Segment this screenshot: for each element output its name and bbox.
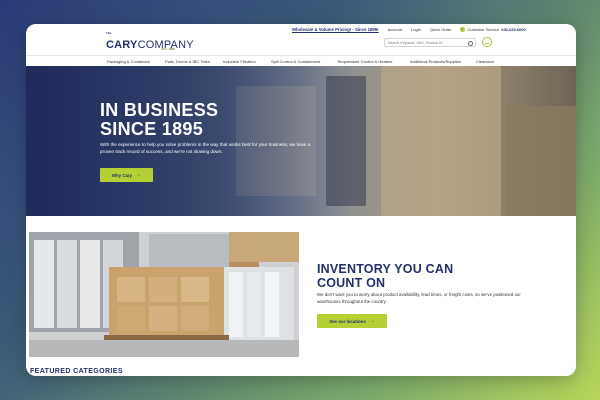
hero-banner: IN BUSINESS SINCE 1895 With the experien… — [26, 66, 576, 216]
promo-link[interactable]: Wholesale & Volume Pricing! - Since 1895… — [292, 27, 379, 32]
logo-tagline: Est. 1895 — [162, 47, 176, 51]
logo-prefix: The — [106, 31, 112, 35]
arrow-right-icon: → — [136, 172, 142, 178]
inventory-title-line2: COUNT ON — [317, 276, 386, 290]
search-placeholder: Search Keyword, SKU, Product ID — [388, 40, 443, 45]
arrow-right-icon: → — [369, 318, 375, 324]
inventory-title-line1: INVENTORY YOU CAN — [317, 262, 454, 276]
customer-service-phone[interactable]: Customer Service 630.629.6600 — [460, 27, 526, 32]
see-locations-label: See our locations — [329, 318, 366, 324]
phone-icon — [460, 27, 466, 32]
nav-item-pails[interactable]: Pails, Drums & IBC Totes — [165, 59, 210, 64]
phone-number: 630.629.6600 — [501, 27, 526, 32]
nav-item-filtration[interactable]: Industrial Filtration — [223, 59, 256, 64]
main-nav: Packaging & Containers Pails, Drums & IB… — [26, 55, 576, 65]
cary-company-logo[interactable]: The CARYCOMPANY Est. 1895 — [106, 32, 194, 53]
search-icon[interactable] — [468, 40, 473, 46]
warehouse-boxes-bg-2 — [506, 106, 576, 216]
featured-categories-heading: FEATURED CATEGORIES — [30, 368, 123, 375]
hero-title-line1: IN BUSINESS — [100, 100, 219, 120]
nav-item-additional[interactable]: Additional Products/Supplies — [410, 59, 461, 64]
cart-icon[interactable] — [482, 37, 492, 47]
why-cary-label: Why Cary — [111, 172, 133, 178]
phone-label: Customer Service — [467, 27, 500, 32]
warehouse-photo — [29, 232, 299, 357]
logo-wordmark: CARYCOMPANY — [106, 39, 194, 51]
nav-item-spill-control[interactable]: Spill Control & Containment — [271, 59, 320, 64]
login-link[interactable]: Login — [411, 27, 421, 32]
browser-frame: The CARYCOMPANY Est. 1895 Wholesale & Vo… — [26, 24, 576, 376]
why-cary-button[interactable]: Why Cary → — [100, 168, 153, 182]
nav-item-packaging[interactable]: Packaging & Containers — [107, 59, 150, 64]
hero-text: With the experience to help you solve pr… — [100, 142, 311, 154]
utility-bar: Wholesale & Volume Pricing! - Since 1895… — [292, 27, 526, 32]
search-input[interactable]: Search Keyword, SKU, Product ID — [384, 38, 476, 47]
hero-title-line2: SINCE 1895 — [100, 119, 204, 139]
account-link[interactable]: Account — [388, 27, 402, 32]
inventory-title: INVENTORY YOU CAN COUNT ON — [317, 262, 453, 290]
site-header: The CARYCOMPANY Est. 1895 Wholesale & Vo… — [26, 24, 576, 66]
hero-title: IN BUSINESS SINCE 1895 — [100, 101, 218, 139]
nav-item-temperature[interactable]: Temperature Control & Heaters — [337, 59, 392, 64]
inventory-text: We don't want you to worry about product… — [317, 292, 521, 304]
nav-item-clearance[interactable]: Clearance — [476, 59, 494, 64]
see-locations-button[interactable]: See our locations → — [317, 314, 387, 328]
logo-bold: CARY — [106, 39, 138, 51]
quick-order-link[interactable]: Quick Order — [430, 27, 452, 32]
warehouse-boxes-bg — [381, 66, 501, 216]
